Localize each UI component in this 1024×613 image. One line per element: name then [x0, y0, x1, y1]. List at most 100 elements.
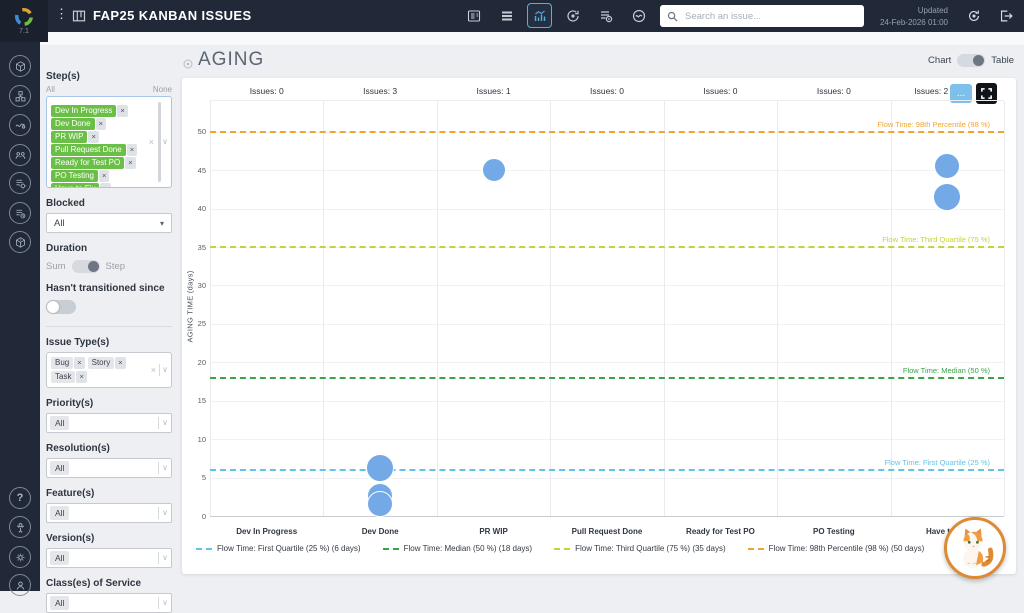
grid-line-v: [891, 101, 892, 516]
issue-types-multiselect[interactable]: Bug×Story×Task× × ∨: [46, 352, 172, 388]
remove-issue-type-tag-icon[interactable]: ×: [74, 357, 84, 369]
remove-issue-type-tag-icon[interactable]: ×: [115, 357, 125, 369]
exit-button[interactable]: [994, 4, 1018, 28]
remove-issue-type-tag-icon[interactable]: ×: [76, 371, 86, 383]
legend-label: Flow Time: 98th Percentile (98 %) (50 da…: [769, 544, 925, 553]
reference-line-label: Flow Time: Median (50 %): [903, 366, 990, 375]
data-point-bubble[interactable]: [934, 153, 960, 179]
issue-type-tag[interactable]: Story×: [88, 357, 126, 369]
remove-step-tag-icon[interactable]: ×: [117, 105, 127, 117]
search-box[interactable]: [660, 5, 864, 27]
filter-value-chip: All: [50, 461, 69, 475]
chart-view-button[interactable]: [527, 3, 552, 28]
menu-kebab-icon[interactable]: ⋮: [55, 6, 68, 22]
filter-chevron-down-icon[interactable]: ∨: [162, 418, 168, 427]
data-point-bubble[interactable]: [482, 158, 506, 182]
filter-select-3[interactable]: All∨: [46, 548, 172, 568]
steps-scrollbar[interactable]: [158, 102, 161, 182]
issues-count-label: Issues: 0: [703, 86, 737, 96]
hasnt-transitioned-toggle[interactable]: [46, 300, 76, 314]
issue-type-tag[interactable]: Task×: [51, 371, 87, 383]
blocked-select[interactable]: All ▾: [46, 213, 172, 233]
issue-types-clear-icon[interactable]: ×: [151, 365, 156, 375]
chart-table-toggle[interactable]: [957, 54, 985, 67]
sidebar-modules-icon[interactable]: [9, 85, 31, 107]
sidebar-process-settings-icon[interactable]: [9, 172, 31, 194]
sidebar-settings-icon[interactable]: [9, 546, 31, 568]
list-view-button[interactable]: [494, 3, 519, 28]
grid-line-h: [210, 439, 1004, 440]
filter-select-1[interactable]: All ∨: [46, 458, 172, 478]
steps-multiselect[interactable]: Dev In Progress×Dev Done×PR WIP×Pull Req…: [46, 96, 172, 188]
chart-view-icon: [532, 8, 548, 24]
filter-select-0[interactable]: All∨: [46, 413, 172, 433]
issue-type-tag[interactable]: Bug×: [51, 357, 85, 369]
step-tag[interactable]: Have to Fix×: [51, 183, 111, 188]
issue-types-chevron-down-icon[interactable]: ∨: [162, 365, 168, 374]
duration-sum-option[interactable]: Sum: [46, 261, 66, 272]
remove-step-tag-icon[interactable]: ×: [125, 157, 135, 169]
filter-chevron-down-icon[interactable]: ∨: [162, 463, 168, 472]
filter-select-2[interactable]: All∨: [46, 503, 172, 523]
sidebar-activity-icon[interactable]: [9, 114, 31, 136]
data-point-bubble[interactable]: [933, 183, 961, 211]
grid-line-v: [437, 101, 438, 516]
list-view-icon: [499, 8, 515, 24]
remove-step-tag-icon[interactable]: ×: [100, 183, 110, 188]
reference-line-label: Flow Time: First Quartile (25 %): [885, 458, 990, 467]
legend-item[interactable]: Flow Time: Third Quartile (75 %) (35 day…: [554, 544, 726, 553]
sidebar-help-icon[interactable]: ?: [9, 487, 31, 509]
x-axis-label: PR WIP: [479, 527, 507, 536]
legend-item[interactable]: Flow Time: First Quartile (25 %) (6 days…: [196, 544, 361, 553]
legend-item[interactable]: Flow Time: Median (50 %) (18 days): [383, 544, 533, 553]
filter-panel: Step(s) All None Dev In Progress×Dev Don…: [46, 65, 172, 613]
activity-button[interactable]: [626, 3, 651, 28]
query-run-button[interactable]: [593, 3, 618, 28]
card-details-button[interactable]: [461, 3, 486, 28]
cycle-button[interactable]: [560, 3, 585, 28]
y-axis-title: AGING TIME (days): [186, 248, 195, 366]
search-input[interactable]: [683, 10, 857, 23]
filter-chevron-down-icon[interactable]: ∨: [162, 553, 168, 562]
data-point-bubble[interactable]: [367, 491, 393, 517]
legend-dash-sample: [554, 548, 570, 550]
grid-line-h: [210, 170, 1004, 171]
chart-toggle-label[interactable]: Chart: [928, 55, 951, 66]
table-toggle-label[interactable]: Table: [991, 55, 1014, 66]
cat-icon: [952, 525, 998, 571]
sidebar-process-schedule-icon[interactable]: [9, 202, 31, 224]
filter-select-4[interactable]: All∨: [46, 593, 172, 613]
refresh-button[interactable]: [962, 4, 986, 28]
legend-label: Flow Time: Third Quartile (75 %) (35 day…: [575, 544, 726, 553]
issues-count-label: Issues: 3: [363, 86, 397, 96]
filter-chevron-down-icon[interactable]: ∨: [162, 598, 168, 607]
sidebar-team-icon[interactable]: [9, 144, 31, 166]
y-tick-label: 40: [184, 204, 206, 213]
grid-line-v: [777, 101, 778, 516]
issue-types-divider: [159, 364, 160, 376]
sidebar-dice-icon[interactable]: [9, 231, 31, 253]
sidebar-package-icon[interactable]: [9, 55, 31, 77]
reference-line: [210, 246, 1004, 248]
cycle-icon: [565, 8, 581, 24]
step-tag-row: Have to Fix×: [50, 178, 145, 188]
collapse-section-icon[interactable]: [183, 56, 193, 66]
filter-chevron-down-icon[interactable]: ∨: [162, 508, 168, 517]
steps-clear-icon[interactable]: ×: [149, 137, 154, 147]
fullscreen-icon: [980, 87, 993, 100]
content-top-strip: [40, 32, 1024, 45]
legend-item[interactable]: Flow Time: 98th Percentile (98 %) (50 da…: [748, 544, 925, 553]
steps-select-none-link[interactable]: None: [153, 85, 172, 94]
duration-step-option[interactable]: Step: [106, 261, 126, 272]
board-title: FAP25 KANBAN ISSUES: [93, 8, 252, 23]
filter-label-1: Resolution(s): [46, 443, 172, 454]
sidebar-community-icon[interactable]: [9, 516, 31, 538]
steps-select-all-link[interactable]: All: [46, 85, 55, 94]
duration-toggle[interactable]: [72, 260, 100, 273]
assistant-cat-avatar[interactable]: [944, 517, 1006, 579]
app-logo[interactable]: 7.1: [0, 0, 48, 42]
data-point-bubble[interactable]: [366, 454, 394, 482]
steps-chevron-down-icon[interactable]: ∨: [162, 137, 168, 146]
sidebar-user-icon[interactable]: [9, 574, 31, 596]
card-details-icon: [466, 8, 482, 24]
